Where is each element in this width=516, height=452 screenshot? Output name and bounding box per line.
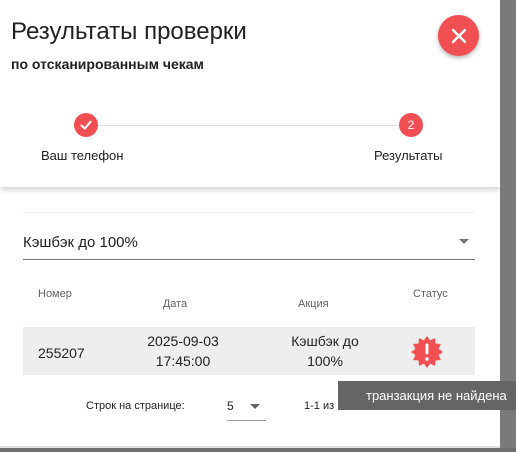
step-2-label[interactable]: Результаты — [374, 148, 442, 163]
status-tooltip: транзакция не найдена — [338, 381, 516, 410]
cell-number: 255207 — [38, 345, 85, 361]
dialog-header: Результаты проверки по отсканированным ч… — [0, 0, 500, 187]
step-1-label[interactable]: Ваш телефон — [41, 148, 123, 163]
chevron-down-icon — [250, 404, 260, 409]
backdrop-overlay-bottom[interactable] — [0, 448, 516, 452]
dialog-subtitle: по отсканированным чекам — [11, 56, 204, 72]
close-button[interactable] — [438, 15, 479, 56]
cell-date-day: 2025-09-03 — [147, 333, 219, 349]
check-icon — [80, 120, 92, 130]
close-icon — [451, 28, 466, 43]
promo-filter-select[interactable]: Кэшбэк до 100% — [23, 228, 475, 260]
stepper-connector — [98, 125, 398, 126]
cell-promo-line1: Кэшбэк до — [291, 333, 359, 349]
cell-date: 2025-09-03 17:45:00 — [128, 331, 238, 371]
content-divider — [23, 212, 475, 213]
rows-per-page-value: 5 — [227, 399, 234, 413]
cell-promo: Кэшбэк до 100% — [275, 331, 375, 371]
chevron-down-icon — [459, 239, 469, 244]
step-2-indicator[interactable]: 2 — [399, 113, 423, 137]
step-1-indicator[interactable] — [74, 113, 98, 137]
column-header-promo[interactable]: Акция — [298, 298, 329, 310]
cell-date-time: 17:45:00 — [155, 353, 211, 369]
table-row[interactable]: 255207 2025-09-03 17:45:00 Кэшбэк до 100… — [23, 327, 475, 375]
warning-badge-icon[interactable] — [410, 335, 444, 369]
rows-per-page-label: Строк на странице: — [86, 400, 185, 412]
promo-filter-value: Кэшбэк до 100% — [23, 234, 138, 251]
dialog-title: Результаты проверки — [11, 18, 247, 45]
dialog-bottom-edge — [0, 446, 500, 448]
step-2-number: 2 — [407, 118, 415, 132]
cell-promo-line2: 100% — [307, 353, 343, 369]
status-cell[interactable] — [409, 335, 445, 369]
column-header-status[interactable]: Статус — [413, 288, 448, 300]
rows-per-page-select[interactable]: 5 — [227, 395, 266, 421]
